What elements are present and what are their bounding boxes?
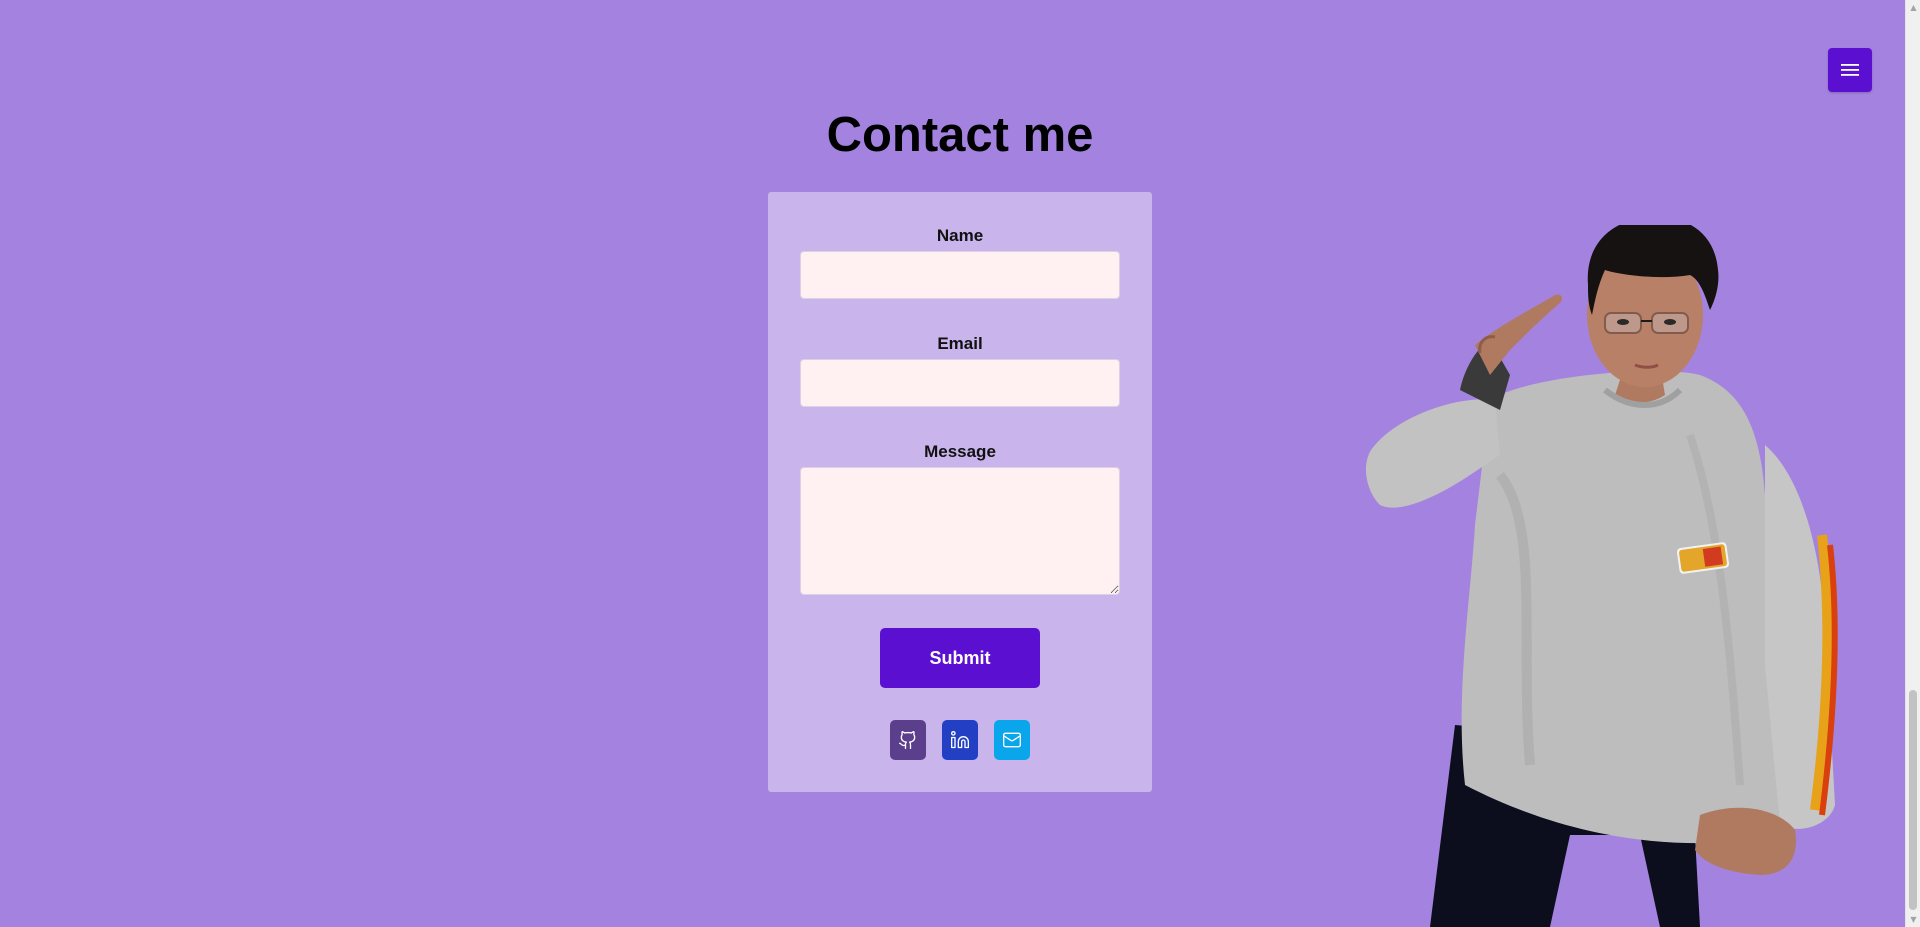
- linkedin-link[interactable]: [942, 720, 978, 760]
- scroll-down-arrow-icon[interactable]: ▼: [1906, 912, 1920, 927]
- vertical-scrollbar[interactable]: ▲ ▼: [1905, 0, 1920, 927]
- linkedin-icon: [951, 731, 969, 749]
- name-label: Name: [936, 226, 984, 245]
- message-textarea[interactable]: [800, 467, 1120, 595]
- page: Contact me Name Email Message Submit: [0, 0, 1905, 927]
- email-link[interactable]: [994, 720, 1030, 760]
- scrollbar-thumb[interactable]: [1909, 690, 1917, 910]
- page-title: Contact me: [826, 108, 1094, 162]
- avatar-character-illustration: [1365, 225, 1838, 927]
- message-label: Message: [924, 442, 996, 461]
- hamburger-menu-icon: [1841, 64, 1859, 76]
- email-input[interactable]: [800, 359, 1120, 407]
- contact-form: Name Email Message Submit: [768, 192, 1152, 792]
- github-icon: [899, 731, 916, 749]
- submit-button[interactable]: Submit: [880, 628, 1040, 688]
- email-label: Email: [937, 334, 983, 353]
- scroll-up-arrow-icon[interactable]: ▲: [1906, 0, 1920, 15]
- menu-button[interactable]: [1828, 48, 1872, 92]
- social-links: [768, 720, 1152, 760]
- mail-icon: [1003, 732, 1021, 748]
- name-input[interactable]: [800, 251, 1120, 299]
- github-link[interactable]: [890, 720, 926, 760]
